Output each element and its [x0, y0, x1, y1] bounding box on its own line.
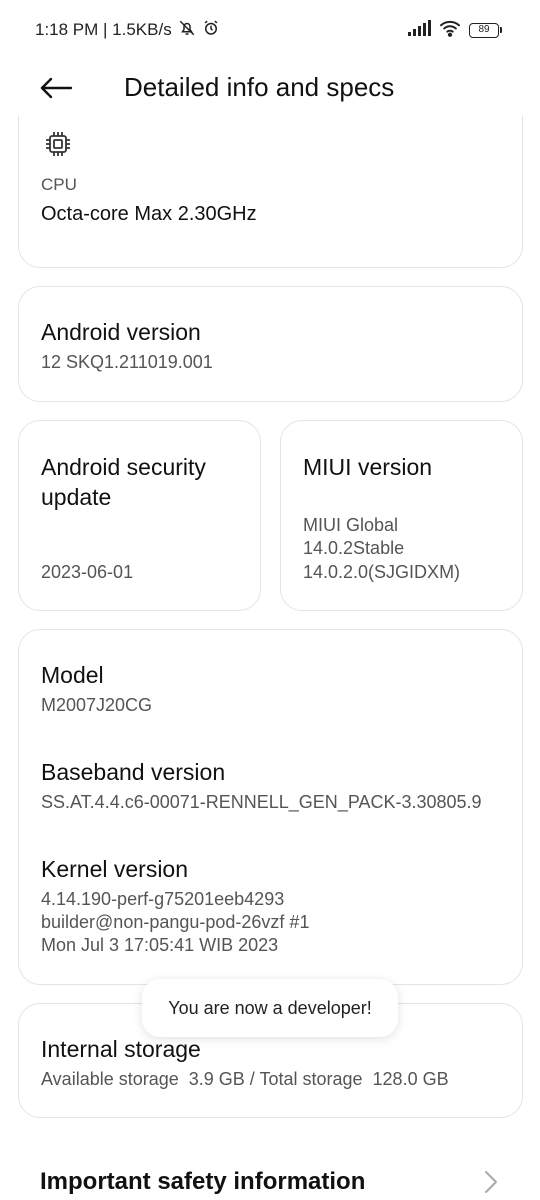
storage-label: Internal storage	[41, 1036, 201, 1062]
android-version-value: 12 SKQ1.211019.001	[41, 352, 213, 372]
safety-info-row[interactable]: Important safety information	[0, 1150, 540, 1200]
cpu-label: CPU	[41, 175, 77, 194]
developer-toast: You are now a developer!	[142, 979, 398, 1037]
miui-version-value-line3: 14.0.2.0(SJGIDXM)	[303, 562, 461, 582]
model-label: Model	[41, 662, 104, 688]
baseband-value: SS.AT.4.4.c6-00071-RENNELL_GEN_PACK-3.30…	[41, 792, 482, 812]
notifications-muted-icon	[178, 19, 196, 42]
storage-value: Available storage 3.9 GB / Total storage…	[41, 1069, 449, 1089]
status-right: 89	[407, 19, 502, 42]
android-version-label: Android version	[41, 319, 201, 345]
wifi-icon	[439, 19, 461, 42]
security-update-label-line1: Android security	[41, 454, 206, 480]
cpu-chip-icon	[43, 129, 73, 164]
kernel-value-line1: 4.14.190-perf-g75201eeb4293	[41, 889, 285, 909]
status-time-speed: 1:18 PM | 1.5KB/s	[35, 20, 172, 39]
app-bar: Detailed info and specs	[0, 60, 540, 116]
model-value: M2007J20CG	[41, 695, 153, 715]
page-title: Detailed info and specs	[124, 72, 395, 102]
back-button[interactable]	[36, 70, 76, 106]
kernel-label: Kernel version	[41, 856, 189, 882]
battery-level: 89	[469, 22, 499, 38]
model-card: Model M2007J20CG Baseband version SS.AT.…	[18, 629, 523, 985]
alarm-icon	[202, 19, 220, 42]
battery-icon: 89	[469, 22, 502, 38]
security-update-card: Android security update 2023-06-01	[18, 420, 261, 611]
baseband-label: Baseband version	[41, 759, 226, 785]
status-left: 1:18 PM | 1.5KB/s	[35, 19, 220, 42]
cpu-card: CPU Octa-core Max 2.30GHz	[18, 116, 523, 268]
cpu-value: Octa-core Max 2.30GHz	[41, 203, 257, 225]
miui-version-label: MIUI version	[303, 454, 433, 480]
kernel-value-line3: Mon Jul 3 17:05:41 WIB 2023	[41, 935, 279, 955]
miui-version-value-line1: MIUI Global	[303, 515, 399, 535]
chevron-right-icon	[484, 1170, 498, 1199]
specs-list[interactable]: CPU Octa-core Max 2.30GHz Android versio…	[0, 116, 540, 1200]
back-arrow-icon	[40, 77, 73, 99]
security-update-value: 2023-06-01	[41, 562, 134, 582]
miui-version-card[interactable]: MIUI version MIUI Global 14.0.2Stable 14…	[280, 420, 523, 611]
signal-icon	[407, 19, 431, 41]
security-update-label-line2: update	[41, 484, 112, 510]
status-bar: 1:18 PM | 1.5KB/s 89	[0, 0, 540, 60]
android-version-card[interactable]: Android version 12 SKQ1.211019.001	[18, 286, 523, 402]
miui-version-value-line2: 14.0.2Stable	[303, 538, 405, 558]
safety-info-label: Important safety information	[40, 1168, 366, 1195]
kernel-value-line2: builder@non-pangu-pod-26vzf #1	[41, 912, 310, 932]
